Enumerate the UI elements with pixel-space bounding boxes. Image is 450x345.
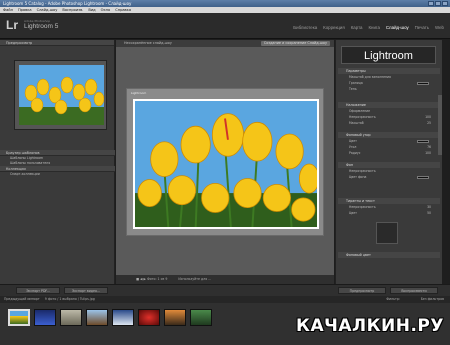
row-label: Цвет [349, 211, 357, 215]
overlay-opacity-row[interactable]: Непрозрачность 100 [341, 115, 437, 120]
radius-value[interactable]: 100 [425, 151, 431, 156]
backdrop-color-swatch[interactable] [417, 140, 429, 143]
transport-hint: Используйте для ... [178, 277, 212, 281]
background-color-section-header[interactable]: Фоновый цвет [338, 252, 440, 258]
border-color-swatch[interactable] [417, 82, 429, 85]
export-video-button[interactable]: Экспорт видео... [64, 287, 108, 294]
left-panel: Предпросмотр Браузер шаблонов Шаблоны Li… [0, 40, 115, 284]
backdrop-angle-row[interactable]: Угол 76 [341, 145, 437, 150]
row-label: Тень [349, 87, 357, 91]
filmstrip-thumb[interactable] [86, 309, 108, 326]
overlay-scale-row[interactable]: Масштаб 25 [341, 121, 437, 126]
module-web[interactable]: Web [435, 25, 444, 30]
slide-photo[interactable] [133, 99, 319, 229]
preview-button[interactable]: Предпросмотр [338, 287, 386, 294]
background-color-swatch[interactable] [417, 176, 429, 179]
filmstrip-bar: Предыдущий импорт 9 фото / 1 выбрано / T… [0, 296, 450, 303]
backdrop-section-header[interactable]: Фоновый узор [338, 132, 440, 138]
module-develop[interactable]: Коррекция [323, 25, 345, 30]
filmstrip-source[interactable]: Предыдущий импорт [4, 297, 40, 301]
window-title: Lightroom 5 Catalog - Adobe Photoshop Li… [3, 1, 132, 6]
site-watermark: КАЧАЛКИН.РУ [296, 316, 444, 336]
slideshow-transport: ■ ◀ ▶ Фото: 1 из 9 Используйте для ... [116, 275, 334, 284]
create-slideshow-button[interactable]: Создание и сохранение Слайд-шоу [260, 41, 330, 46]
slideshow-name: Несохранённое слайд-шоу [124, 41, 172, 45]
zoom-to-fill-row[interactable]: Масштаб для заполнения [341, 75, 437, 80]
filmstrip-thumb[interactable] [138, 309, 160, 326]
window-controls [428, 1, 448, 6]
module-print[interactable]: Печать [415, 25, 429, 30]
close-button[interactable] [442, 1, 448, 6]
filmstrip-thumb[interactable] [164, 309, 186, 326]
export-pdf-button[interactable]: Экспорт PDF... [16, 287, 60, 294]
module-library[interactable]: Библиотека [293, 25, 317, 30]
template-browser: Браузер шаблонов Шаблоны Lightroom Шабло… [0, 150, 115, 177]
row-label: Масштаб [349, 121, 364, 125]
right-panel-scrollbar[interactable] [438, 95, 442, 155]
module-map[interactable]: Карта [351, 25, 363, 30]
filter-label: Фильтр: [386, 297, 400, 301]
lr-logo: Lr [6, 18, 18, 32]
identity-plate[interactable]: Lightroom [131, 91, 146, 95]
background-color-row[interactable]: Цвет фона [341, 175, 437, 180]
slide-canvas[interactable]: Lightroom [126, 88, 324, 236]
row-label: Непрозрачность [349, 115, 376, 119]
play-slideshow-button[interactable]: Воспроизвести [390, 287, 438, 294]
cast-shadow-row[interactable]: Тень [341, 87, 437, 92]
options-section-header[interactable]: Параметры [338, 68, 440, 74]
backdrop-color-row[interactable]: Цвет [341, 139, 437, 144]
row-label: Непрозрачность [349, 205, 376, 209]
overlay-identity-row[interactable]: Оформление [341, 109, 437, 114]
minimize-button[interactable] [428, 1, 434, 6]
row-label: Цвет фона [349, 175, 367, 179]
angle-value[interactable]: 76 [427, 145, 431, 150]
row-label: Радиус [349, 151, 361, 155]
filmstrip-thumb[interactable] [112, 309, 134, 326]
row-label: Масштаб для заполнения [349, 75, 391, 79]
background-opacity-row[interactable]: Непрозрачность [341, 169, 437, 174]
collection-smart[interactable]: Смарт-коллекции [0, 172, 115, 177]
identity-plate-preview[interactable]: Lightroom [341, 46, 436, 64]
slideshow-toolbar: Несохранённое слайд-шоу Создание и сохра… [116, 40, 334, 47]
module-slideshow[interactable]: Слайд-шоу [386, 25, 409, 30]
backdrop-radius-row[interactable]: Радиус 100 [341, 151, 437, 156]
titles-section-header[interactable]: Тиранты и текст [338, 198, 440, 204]
photo-counter: Фото: 1 из 9 [146, 277, 168, 281]
row-label: Граница [349, 81, 363, 85]
preview-panel-header[interactable]: Предпросмотр [0, 40, 114, 46]
overlay-section-header[interactable]: Наложение [338, 102, 440, 108]
background-section-header[interactable]: Фон [338, 162, 440, 168]
window-titlebar: Lightroom 5 Catalog - Adobe Photoshop Li… [0, 0, 450, 7]
filmstrip-thumb[interactable] [34, 309, 56, 326]
module-picker: Библиотека Коррекция Карта Книга Слайд-ш… [293, 25, 444, 30]
filmstrip-thumb-tulips[interactable] [8, 309, 30, 326]
row-label: Угол [349, 145, 357, 149]
opacity-value[interactable]: 100 [425, 115, 431, 120]
slide-editor: Несохранённое слайд-шоу Создание и сохра… [116, 40, 334, 284]
filmstrip-count: 9 фото / 1 выбрано / Tulips.jpg [44, 297, 95, 301]
titles-opacity-value[interactable]: 30 [427, 205, 431, 210]
preview-image [19, 65, 104, 125]
right-panel: Lightroom Параметры Масштаб для заполнен… [335, 40, 442, 284]
filter-select[interactable]: Без фильтров [421, 296, 444, 303]
row-label: Оформление [349, 109, 371, 113]
row-label: Непрозрачность [349, 169, 376, 173]
logo-name: Lightroom 5 [24, 23, 59, 30]
filmstrip-thumb[interactable] [190, 309, 212, 326]
app-header: Lr Adobe Photoshop Lightroom 5 Библиотек… [0, 13, 450, 39]
scale-value[interactable]: 25 [427, 121, 431, 126]
module-book[interactable]: Книга [369, 25, 380, 30]
filmstrip-thumb[interactable] [60, 309, 82, 326]
background-image-well[interactable] [376, 222, 398, 244]
titles-color-row[interactable]: Цвет 50 [341, 211, 437, 216]
titles-color-value[interactable]: 50 [427, 211, 431, 216]
maximize-button[interactable] [435, 1, 441, 6]
row-label: Цвет [349, 139, 357, 143]
preview-panel [14, 60, 107, 130]
stroke-border-row[interactable]: Граница [341, 81, 437, 86]
titles-opacity-row[interactable]: Непрозрачность 30 [341, 205, 437, 210]
